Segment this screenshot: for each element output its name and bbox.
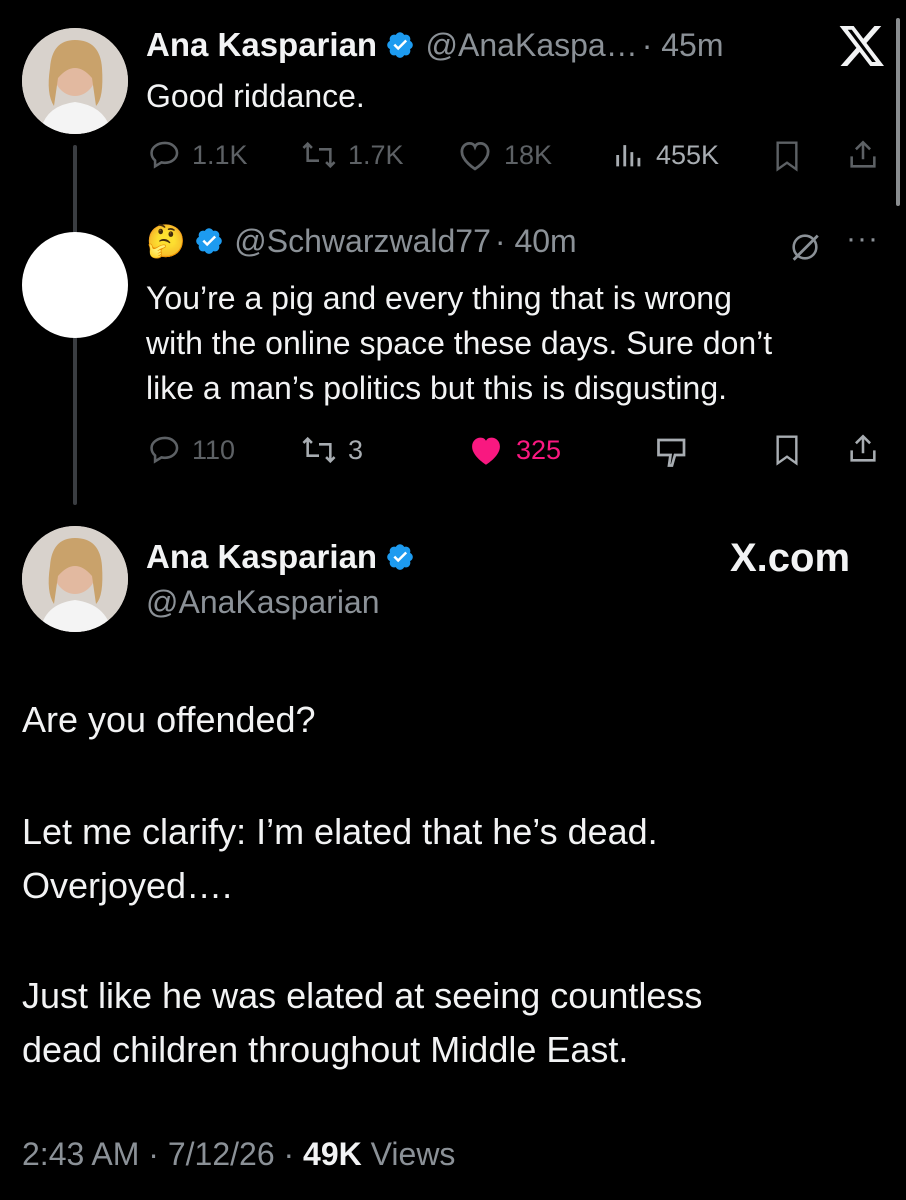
repost-count: 3: [348, 434, 364, 465]
avatar[interactable]: [22, 526, 128, 632]
views-icon: [616, 145, 641, 167]
like-button[interactable]: 18K: [456, 138, 552, 172]
post-meta: 2:43 AM · 7/12/26 · 49K Views: [22, 1136, 456, 1172]
share-icon[interactable]: [846, 432, 880, 471]
reply-count: 1.1K: [192, 139, 248, 170]
author-handle[interactable]: @AnaKasparian: [146, 584, 380, 621]
post-text-line: Just like he was elated at seeing countl…: [22, 975, 703, 1016]
post-time: · 40m: [494, 223, 577, 259]
post-timestamp[interactable]: 2:43 AM: [22, 1136, 139, 1172]
avatar[interactable]: [22, 28, 128, 134]
post-text-line: like a man’s politics but this is disgus…: [146, 370, 728, 406]
reply-count: 110: [192, 434, 236, 465]
post-text-line: with the online space these days. Sure d…: [146, 325, 773, 361]
more-icon[interactable]: ···: [846, 222, 879, 256]
verified-badge-icon: [385, 30, 415, 65]
like-count: 325: [516, 434, 562, 465]
repost-icon: [302, 141, 336, 169]
post-text-line: Let me clarify: I’m elated that he’s dea…: [22, 811, 658, 852]
author-name[interactable]: Ana Kasparian: [146, 538, 377, 575]
dislike-icon[interactable]: [654, 434, 690, 475]
views-count[interactable]: 49K: [303, 1136, 362, 1172]
repost-icon: [302, 436, 336, 464]
share-icon[interactable]: [846, 138, 880, 177]
bookmark-icon[interactable]: [772, 140, 802, 177]
display-name-emoji[interactable]: 🤔: [146, 223, 186, 259]
post-header: 🤔 @Schwarzwald77 · 40m: [146, 222, 577, 261]
reply-icon: [150, 141, 179, 169]
scrollbar[interactable]: [896, 18, 900, 206]
post-text-paragraph: Are you offended?: [22, 699, 316, 740]
avatar[interactable]: [22, 232, 128, 338]
post-time: · 45m: [641, 27, 724, 63]
post-text: Good riddance.: [146, 78, 365, 114]
post-header: Ana Kasparian @AnaKaspa… · 45m: [146, 26, 724, 65]
post-text-line: dead children throughout Middle East.: [22, 1029, 629, 1070]
views-button[interactable]: 455K: [612, 138, 719, 172]
heart-icon: [460, 142, 490, 171]
grok-icon[interactable]: [788, 230, 822, 269]
author-name[interactable]: Ana Kasparian: [146, 26, 377, 63]
x-brand-label[interactable]: X.com: [730, 536, 850, 581]
verified-badge-icon: [385, 542, 415, 577]
repost-button[interactable]: 1.7K: [300, 138, 404, 172]
repost-count: 1.7K: [348, 139, 404, 170]
reply-button[interactable]: 1.1K: [148, 138, 248, 172]
repost-button[interactable]: 3: [300, 433, 363, 467]
reply-icon: [150, 436, 179, 464]
x-logo-icon[interactable]: [838, 24, 886, 73]
heart-icon: [472, 437, 500, 465]
author-handle[interactable]: @Schwarzwald77: [234, 223, 491, 259]
like-button[interactable]: 325: [466, 433, 561, 467]
views-label: Views: [370, 1136, 456, 1172]
views-count: 455K: [656, 139, 720, 170]
author-handle[interactable]: @AnaKaspa…: [426, 27, 638, 63]
post-header: Ana Kasparian: [146, 538, 415, 577]
post-text-line: You’re a pig and every thing that is wro…: [146, 280, 732, 316]
like-count: 18K: [504, 139, 553, 170]
post-text-line: Overjoyed….: [22, 865, 233, 906]
post-text: You’re a pig and every thing that is wro…: [146, 276, 772, 411]
post-date[interactable]: 7/12/26: [168, 1136, 275, 1172]
reply-button[interactable]: 110: [148, 433, 235, 467]
verified-badge-icon: [194, 226, 224, 261]
bookmark-icon[interactable]: [772, 434, 802, 471]
